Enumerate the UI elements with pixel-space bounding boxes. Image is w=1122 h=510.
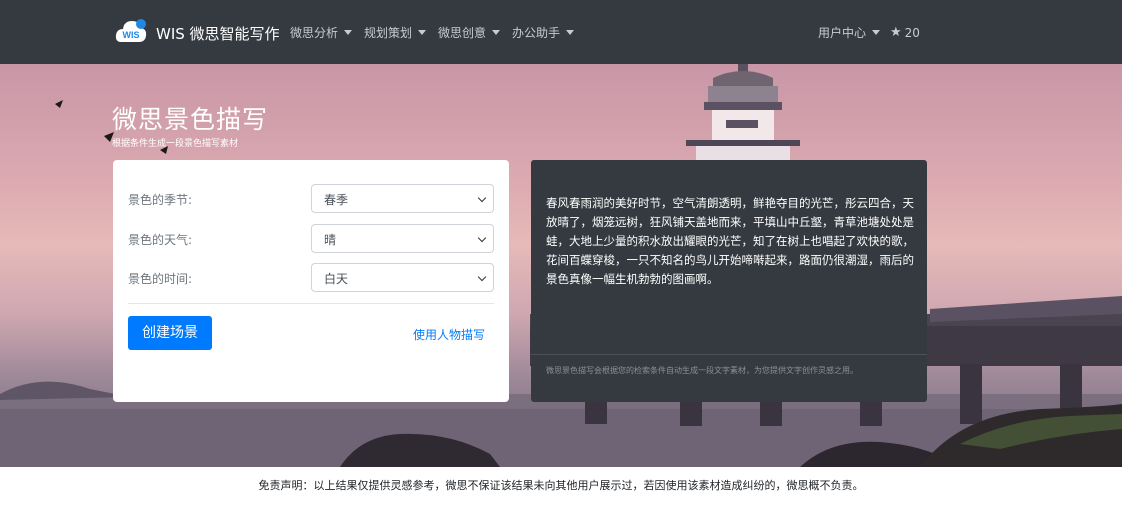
- result-text: 春风春雨润的美好时节，空气清朗透明，鲜艳夺目的光芒，彤云四合，天放晴了，烟笼远树…: [546, 196, 914, 286]
- weather-select[interactable]: 晴: [311, 224, 494, 253]
- user-center-label: 用户中心: [818, 26, 867, 40]
- weather-label: 景色的天气:: [128, 233, 193, 247]
- page-subtitle: 根据条件生成一段景色描写素材: [112, 139, 239, 149]
- nav-item-label: 规划策划: [364, 26, 413, 40]
- weather-row: 景色的天气: 晴: [128, 224, 494, 254]
- form-divider: [128, 303, 494, 304]
- time-select[interactable]: 白天: [311, 263, 494, 292]
- nav-item-creative[interactable]: 微思创意: [438, 24, 501, 41]
- result-card: 春风春雨润的美好时节，空气清朗透明，鲜艳夺目的光芒，彤云四合，天放晴了，烟笼远树…: [531, 160, 927, 402]
- time-label: 景色的时间:: [128, 272, 193, 286]
- nav-item-planning[interactable]: 规划策划: [364, 24, 427, 41]
- nav-right: 用户中心 ★ 20: [818, 24, 920, 41]
- nav-item-label: 办公助手: [512, 26, 561, 40]
- season-row: 景色的季节: 春季: [128, 184, 494, 214]
- nav-item-label: 微思创意: [438, 26, 487, 40]
- chevron-down-icon: [477, 272, 487, 282]
- weather-value: 晴: [324, 233, 337, 247]
- result-note: 微思景色描写会根据您的检索条件自动生成一段文字素材，为您提供文字创作灵感之用。: [546, 366, 858, 375]
- time-row: 景色的时间: 白天: [128, 263, 494, 293]
- use-person-description-link[interactable]: 使用人物描写: [413, 326, 485, 343]
- hero-banner: 微思景色描写 根据条件生成一段景色描写素材 景色的季节: 春季 景色的天气: 晴…: [0, 64, 1122, 467]
- star-count: 20: [904, 25, 920, 40]
- disclaimer-text: 免责声明：以上结果仅提供灵感参考，微思不保证该结果未向其他用户展示过，若因使用该…: [258, 479, 864, 492]
- chevron-down-icon: [492, 30, 501, 35]
- nav-item-office[interactable]: 办公助手: [512, 24, 575, 41]
- chevron-down-icon: [872, 30, 881, 35]
- time-value: 白天: [324, 272, 349, 286]
- create-scene-button[interactable]: 创建场景: [128, 316, 212, 350]
- season-value: 春季: [324, 193, 349, 207]
- chevron-down-icon: [344, 30, 353, 35]
- brand-title: WIS 微思智能写作: [156, 24, 280, 43]
- chevron-down-icon: [477, 193, 487, 203]
- scene-form-card: 景色的季节: 春季 景色的天气: 晴 景色的时间: 白天 创建场景 使用人物描写: [113, 160, 509, 402]
- season-select[interactable]: 春季: [311, 184, 494, 213]
- chevron-down-icon: [477, 233, 487, 243]
- page-title: 微思景色描写: [112, 105, 269, 134]
- season-label: 景色的季节:: [128, 193, 193, 207]
- logo-text: WIS: [123, 30, 140, 40]
- chevron-down-icon: [566, 30, 575, 35]
- nav-menu: 微思分析 规划策划 微思创意 办公助手: [290, 24, 586, 41]
- nav-item-label: 微思分析: [290, 26, 339, 40]
- star-icon: ★: [890, 25, 902, 40]
- cloud-logo-icon: WIS: [114, 16, 148, 50]
- result-divider: [531, 354, 927, 355]
- brand[interactable]: WIS WIS 微思智能写作: [114, 16, 280, 50]
- nav-item-analysis[interactable]: 微思分析: [290, 24, 353, 41]
- user-center-dropdown[interactable]: 用户中心: [818, 24, 881, 41]
- chevron-down-icon: [418, 30, 427, 35]
- top-navbar: WIS WIS 微思智能写作 微思分析 规划策划 微思创意 办公助手 用户中心 …: [0, 0, 1122, 64]
